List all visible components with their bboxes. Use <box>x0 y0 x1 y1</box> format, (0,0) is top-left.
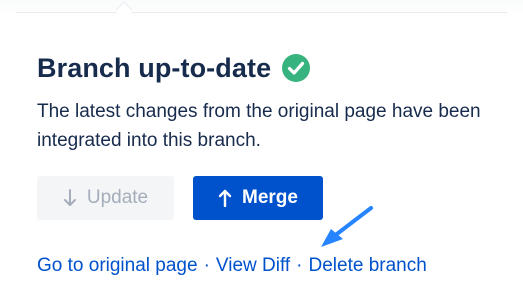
arrow-down-icon <box>63 189 77 207</box>
popover-pointer-notch <box>115 2 133 20</box>
go-to-original-page-link[interactable]: Go to original page <box>37 255 198 276</box>
check-circle-icon <box>281 53 311 83</box>
arrow-up-icon <box>218 189 232 208</box>
update-button-label: Update <box>86 187 149 208</box>
panel-title: Branch up-to-date <box>37 52 272 83</box>
action-buttons: Update Merge <box>37 176 507 220</box>
update-button[interactable]: Update <box>37 176 174 220</box>
title-row: Branch up-to-date <box>37 50 507 86</box>
delete-branch-link[interactable]: Delete branch <box>309 255 427 276</box>
view-diff-link[interactable]: View Diff <box>216 255 290 276</box>
pointer-arrow-icon <box>315 203 377 253</box>
branch-links: Go to original page · View Diff · Delete bra… <box>37 255 427 277</box>
merge-button-label: Merge <box>242 187 298 208</box>
merge-button[interactable]: Merge <box>193 176 323 220</box>
link-separator: · <box>203 255 210 276</box>
popover-top-edge <box>0 0 523 20</box>
branch-status-panel: Branch up-to-date The latest changes fro… <box>37 50 507 220</box>
link-separator: · <box>296 255 303 276</box>
top-divider <box>16 12 507 13</box>
panel-description: The latest changes from the original pag… <box>37 101 481 151</box>
